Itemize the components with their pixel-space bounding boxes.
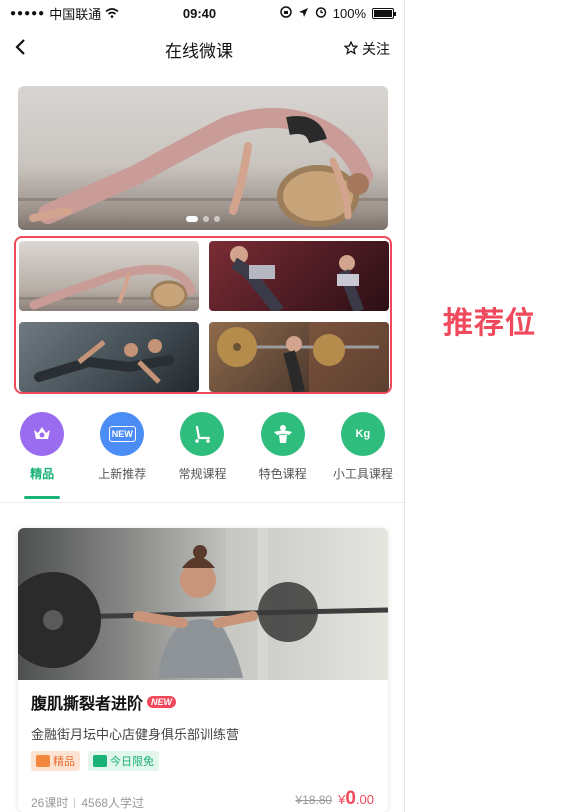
tile-image <box>19 264 199 310</box>
phone-screen: ●●●●● 中国联通 09:40 100% 在线微课 关注 精品 NEW 上新推… <box>0 0 405 812</box>
wifi-icon <box>105 6 119 21</box>
recommend-slot <box>14 236 392 394</box>
banner-image <box>29 107 373 227</box>
pager-dot-active <box>186 216 198 222</box>
icon-text: Kg <box>355 428 371 440</box>
banner-carousel[interactable] <box>18 86 388 230</box>
category-label: 精品 <box>30 467 55 481</box>
page-title: 在线微课 <box>165 41 233 61</box>
tile-image <box>217 322 389 392</box>
status-right: 100% <box>280 5 396 21</box>
course-card[interactable]: 腹肌撕裂者进阶 NEW 金融街月坛中心店健身俱乐部训练营 精品 今日限免 26课… <box>18 528 388 812</box>
category-label: 常规课程 <box>178 467 227 481</box>
recommend-tile-4[interactable] <box>209 322 389 392</box>
thumbs-up-icon <box>93 755 107 767</box>
alarm-icon <box>315 6 327 21</box>
pager-dot <box>214 216 220 222</box>
category-item[interactable]: Kg 小工具课程 <box>323 412 403 498</box>
course-subtitle: 金融街月坛中心店健身俱乐部训练营 <box>31 727 240 742</box>
price-decimal: .00 <box>355 792 374 807</box>
category-label: 上新推荐 <box>98 467 147 481</box>
category-label: 特色课程 <box>258 467 307 481</box>
tag-free-today: 今日限免 <box>88 751 159 771</box>
treadmill-icon <box>180 412 225 456</box>
course-meta: 26课时 4568人学过 <box>31 794 144 811</box>
rotation-lock-icon <box>280 5 292 21</box>
price-row: ¥18.80 ¥0.00 <box>295 788 374 810</box>
icon-text: NEW <box>108 426 136 442</box>
category-item[interactable]: 常规课程 <box>162 412 242 498</box>
lesson-count: 26课时 <box>31 796 69 810</box>
signal-icon: ●●●●● <box>10 7 46 19</box>
battery-icon <box>372 7 396 19</box>
category-label: 小工具课程 <box>332 467 393 481</box>
category-item[interactable]: 精品 <box>2 412 82 498</box>
course-image <box>18 528 388 680</box>
recommend-tile-1[interactable] <box>19 241 199 311</box>
nav-bar: 在线微课 关注 <box>0 26 404 72</box>
pager-dot <box>203 216 209 222</box>
category-item[interactable]: NEW 上新推荐 <box>82 412 162 498</box>
follow-label: 关注 <box>362 41 390 57</box>
clock: 09:40 <box>182 5 217 21</box>
active-category-indicator <box>24 496 60 499</box>
recommend-tile-2[interactable] <box>209 241 389 311</box>
back-button[interactable] <box>14 36 54 62</box>
follow-button[interactable]: 关注 <box>343 39 390 59</box>
course-title: 腹肌撕裂者进阶 <box>31 696 144 713</box>
banner-pager <box>186 216 220 222</box>
course-info: 腹肌撕裂者进阶 NEW 金融街月坛中心店健身俱乐部训练营 精品 今日限免 26课… <box>18 680 388 810</box>
status-bar: ●●●●● 中国联通 09:40 100% <box>0 0 404 26</box>
recommend-tile-3[interactable] <box>19 322 199 392</box>
recommend-slot-annotation: 推荐位 <box>443 307 536 340</box>
tile-image <box>230 246 365 311</box>
original-price: ¥18.80 <box>295 793 333 807</box>
course-title-row: 腹肌撕裂者进阶 NEW <box>31 690 375 714</box>
tag-premium: 精品 <box>31 751 80 771</box>
battery-fill <box>374 9 392 17</box>
new-badge: NEW <box>147 696 177 708</box>
divider <box>0 502 404 503</box>
new-badge-icon: NEW <box>100 412 145 456</box>
tag-label: 精品 <box>53 756 75 768</box>
kettlebell-icon: Kg <box>340 412 385 456</box>
battery-percent: 100% <box>332 5 366 21</box>
current-price: ¥0.00 <box>338 788 374 810</box>
crown-heart-icon <box>20 412 65 456</box>
tag-label: 今日限免 <box>110 756 154 768</box>
location-icon <box>298 6 309 21</box>
price-integer: 0 <box>345 788 356 809</box>
carrier-label: 中国联通 <box>49 6 102 22</box>
course-photo <box>18 528 388 680</box>
meta-separator <box>74 797 76 808</box>
star-lightning-icon <box>36 755 50 767</box>
star-icon <box>343 39 359 58</box>
status-left: ●●●●● 中国联通 <box>10 4 119 23</box>
learner-count: 4568人学过 <box>81 796 145 810</box>
category-nav: 精品 NEW 上新推荐 常规课程 特色课程 Kg 小工具课程 <box>0 412 404 498</box>
fitness-body-icon <box>260 412 305 456</box>
tile-image <box>34 339 174 384</box>
course-tags: 精品 今日限免 <box>31 751 375 771</box>
category-item[interactable]: 特色课程 <box>243 412 323 498</box>
